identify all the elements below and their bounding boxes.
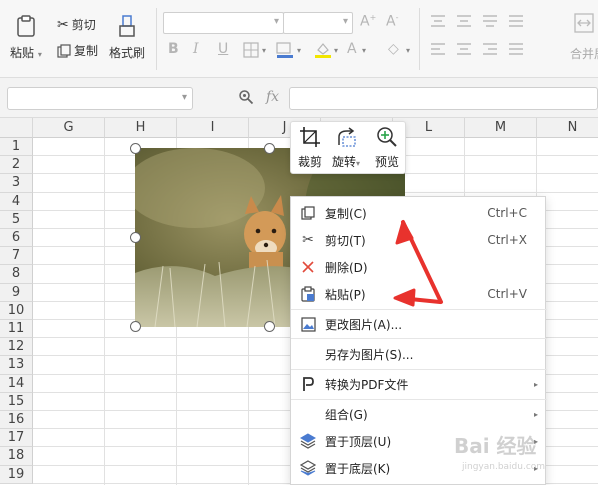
watermark-url: jingyan.baidu.com (462, 462, 546, 472)
red-arrow-head (395, 220, 414, 245)
baidu-jingyan-watermark: Bai 经验 jingyan.baidu.com (440, 428, 598, 485)
watermark-brand: Bai 经验 (454, 434, 537, 458)
annotation-arrows (393, 220, 443, 307)
spreadsheet-window: 粘贴 ▾ ✂ 剪切 复制 格式刷 ▾ ▾ A+ A- B I U ▾ ▾ ▾ A… (0, 0, 598, 485)
red-arrow-head (393, 288, 416, 307)
